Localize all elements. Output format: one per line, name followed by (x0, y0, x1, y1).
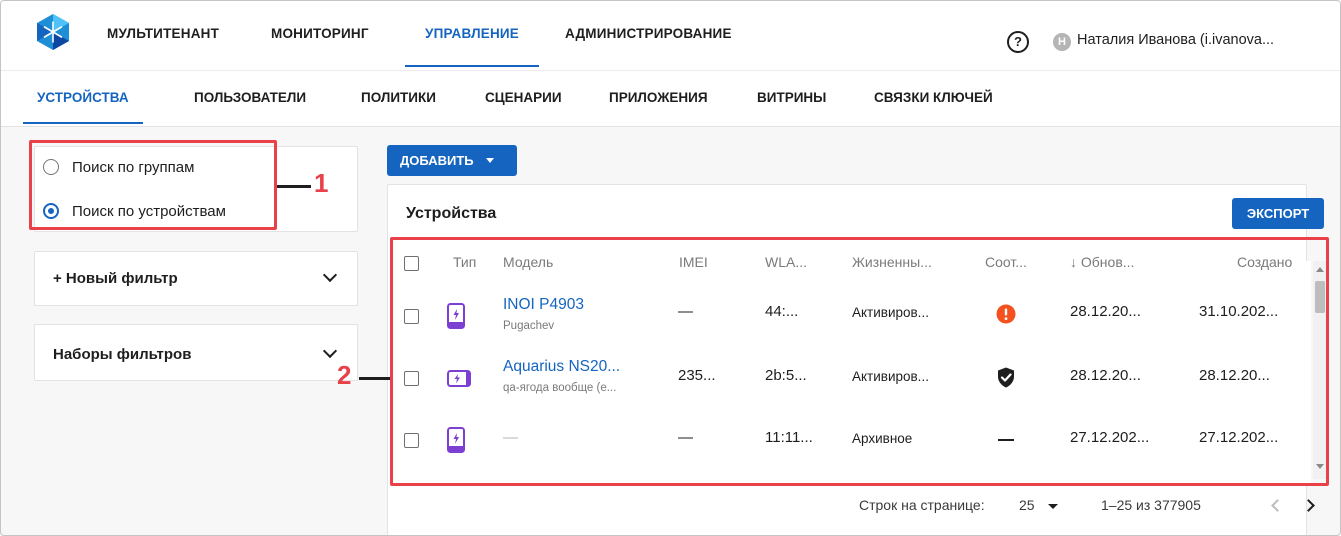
avatar[interactable]: Н (1053, 33, 1071, 51)
caret-down-icon (485, 158, 494, 163)
top-navigation: МУЛЬТИТЕНАНТ МОНИТОРИНГ УПРАВЛЕНИЕ АДМИН… (1, 1, 1340, 71)
caret-down-icon[interactable] (1048, 504, 1058, 509)
nav-management[interactable]: УПРАВЛЕНИЕ (404, 1, 540, 67)
annotation-line-2 (359, 377, 390, 380)
rows-per-page-select[interactable]: 25 (1019, 497, 1035, 513)
annotation-number-2: 2 (337, 360, 352, 390)
new-filter-accordion[interactable]: + Новый фильтр (34, 251, 358, 306)
tab-applications[interactable]: ПРИЛОЖЕНИЯ (609, 71, 708, 124)
annotation-box-2 (390, 237, 1329, 486)
tab-devices[interactable]: УСТРОЙСТВА (23, 71, 143, 124)
annotation-box-1 (29, 140, 277, 230)
filter-sets-label: Наборы фильтров (53, 346, 192, 363)
nav-administration[interactable]: АДМИНИСТРИРОВАНИЕ (565, 1, 732, 67)
add-button[interactable]: ДОБАВИТЬ (387, 145, 517, 176)
app-logo-icon[interactable] (33, 12, 73, 52)
pagination-range: 1–25 из 377905 (1101, 497, 1201, 513)
new-filter-label: + Новый фильтр (53, 270, 178, 287)
nav-monitoring[interactable]: МОНИТОРИНГ (271, 1, 369, 67)
user-name[interactable]: Наталия Иванова (i.ivanova... (1077, 32, 1274, 48)
tab-showcases[interactable]: ВИТРИНЫ (757, 71, 826, 124)
tab-users[interactable]: ПОЛЬЗОВАТЕЛИ (194, 71, 306, 124)
nav-multitenant[interactable]: МУЛЬТИТЕНАНТ (107, 1, 219, 67)
chevron-down-icon[interactable] (322, 267, 338, 283)
tab-scenarios[interactable]: СЦЕНАРИИ (485, 71, 562, 124)
sub-navigation: УСТРОЙСТВА ПОЛЬЗОВАТЕЛИ ПОЛИТИКИ СЦЕНАРИ… (1, 71, 1340, 127)
annotation-line-1 (277, 185, 311, 188)
chevron-down-icon[interactable] (322, 343, 338, 359)
app-window: МУЛЬТИТЕНАНТ МОНИТОРИНГ УПРАВЛЕНИЕ АДМИН… (0, 0, 1341, 536)
tab-policies[interactable]: ПОЛИТИКИ (361, 71, 436, 124)
help-icon[interactable]: ? (1007, 31, 1029, 53)
annotation-number-1: 1 (314, 168, 329, 198)
export-button[interactable]: ЭКСПОРТ (1232, 198, 1324, 229)
rows-per-page-label: Строк на странице: (859, 497, 985, 513)
add-button-label: ДОБАВИТЬ (400, 153, 474, 168)
filter-sets-accordion[interactable]: Наборы фильтров (34, 324, 358, 381)
devices-title: Устройства (406, 205, 497, 222)
tab-keychains[interactable]: СВЯЗКИ КЛЮЧЕЙ (874, 71, 993, 124)
